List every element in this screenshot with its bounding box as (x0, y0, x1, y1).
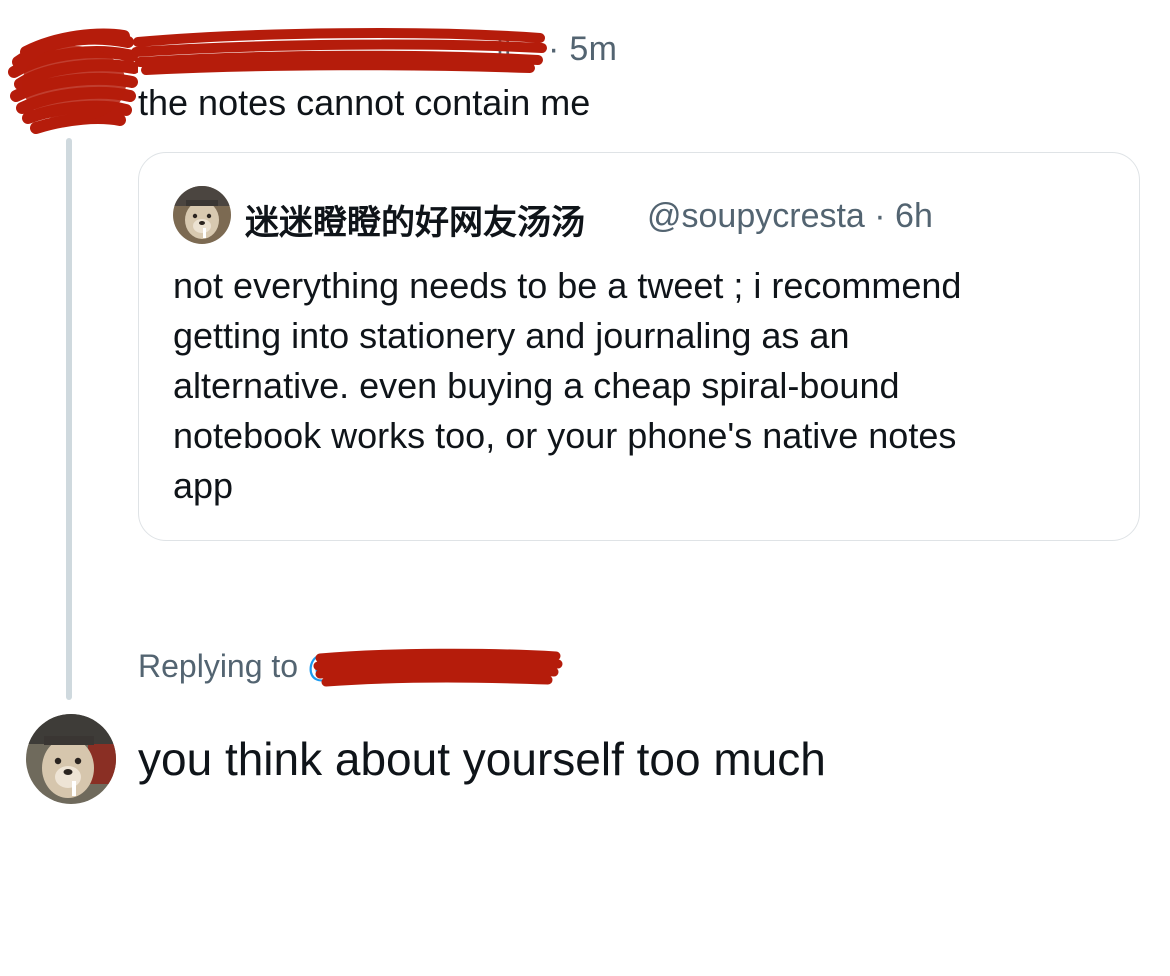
reply-text: you think about yourself too much (138, 733, 826, 785)
reply-author-avatar[interactable] (26, 714, 116, 804)
tweet-timestamp[interactable]: · 5m (548, 30, 617, 69)
quoted-author-name[interactable]: 迷迷瞪瞪的好网友汤汤 (245, 195, 585, 244)
quoted-tweet-line: not everything needs to be a tweet ; i r… (173, 265, 962, 306)
thread-connector-line (66, 138, 72, 700)
redacted-name-scribble (131, 28, 547, 75)
quoted-tweet-line: app (173, 465, 234, 506)
replying-to-text: Replying to (138, 648, 299, 684)
redacted-handle-scribble (313, 648, 563, 687)
quoted-tweet-text: not everything needs to be a tweet ; i r… (173, 261, 1113, 511)
quoted-tweet-line: notebook works too, or your phone's nati… (173, 415, 957, 456)
quoted-author-avatar[interactable] (173, 186, 231, 244)
tweet-text: the notes cannot contain me (138, 82, 591, 123)
quoted-author-handle-time[interactable]: @soupycresta · 6h (647, 197, 933, 236)
redacted-avatar-scribble (8, 28, 138, 134)
quoted-tweet-line: getting into stationery and journaling a… (173, 315, 850, 356)
quoted-tweet-card[interactable]: 迷迷瞪瞪的好网友汤汤 @soupycresta · 6h not everyth… (138, 152, 1140, 541)
quoted-tweet-line: alternative. even buying a cheap spiral-… (173, 365, 900, 406)
